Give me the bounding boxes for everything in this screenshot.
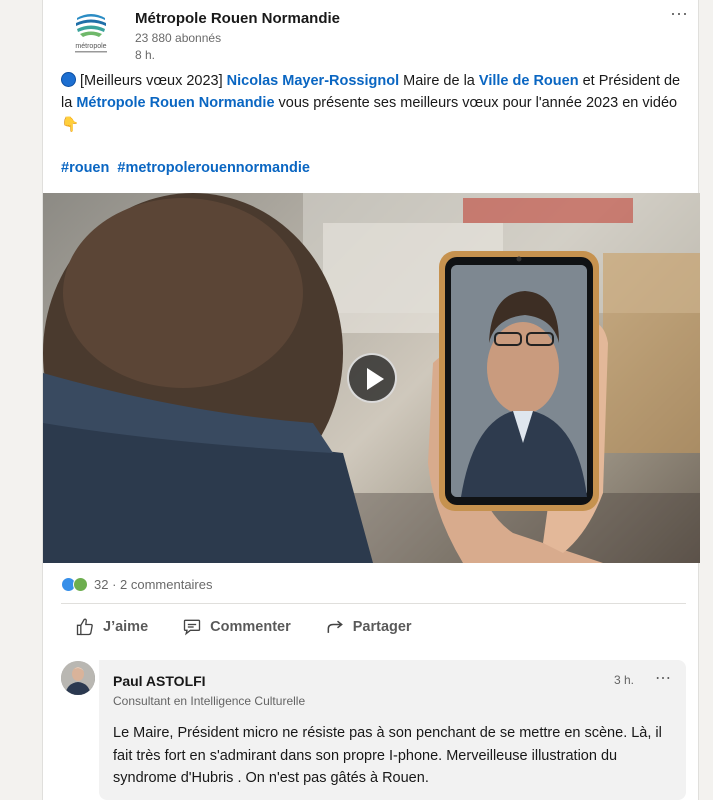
post-text-part: [Meilleurs vœux 2023] — [80, 73, 227, 89]
social-counts[interactable]: 32 · 2 commentaires — [61, 574, 213, 594]
org-logo[interactable]: métropole — [67, 4, 119, 56]
divider — [61, 603, 686, 604]
thumbs-up-icon — [76, 618, 93, 636]
comment-label: Commenter — [210, 619, 291, 635]
post-text-part: vous présente ses meilleurs vœux pour l'… — [274, 95, 678, 111]
play-button[interactable] — [347, 353, 397, 403]
feed-post-card: métropole Métropole Rouen Normandie 23 8… — [42, 0, 700, 800]
commenter-name[interactable]: Paul ASTOLFI — [113, 673, 206, 689]
comment-bubble: Paul ASTOLFI Consultant en Intelligence … — [99, 660, 686, 800]
share-arrow-icon — [327, 620, 343, 633]
like-button[interactable]: J’aime — [75, 617, 148, 637]
post-text-part: Maire de la — [399, 73, 479, 89]
celebrate-icon — [73, 576, 88, 592]
hashtag-rouen[interactable]: #rouen — [61, 160, 109, 176]
follower-count: 23 880 abonnés — [135, 31, 222, 45]
post-header: métropole Métropole Rouen Normandie 23 8… — [59, 4, 699, 62]
hashtag-list: #rouen #metropolerouennormandie — [61, 160, 314, 176]
video-player[interactable] — [43, 193, 700, 563]
hashtag-metropolerouennormandie[interactable]: #metropolerouennormandie — [117, 160, 310, 176]
post-timestamp: 8 h. — [135, 48, 156, 62]
commenter-avatar[interactable] — [61, 661, 95, 695]
blue-circle-icon — [61, 72, 76, 87]
comment-more-icon[interactable]: ⋯ — [655, 668, 672, 688]
commenter-headline: Consultant en Intelligence Culturelle — [113, 694, 306, 708]
share-label: Partager — [352, 619, 412, 635]
comment-timestamp: 3 h. — [613, 673, 634, 687]
pointing-down-emoji: 👇 — [61, 117, 80, 133]
more-options-icon[interactable]: ⋯ — [670, 4, 689, 25]
reaction-and-comment-count[interactable]: 32 · 2 commentaires — [94, 577, 213, 592]
comment-button[interactable]: Commenter — [182, 617, 291, 637]
logo-text: métropole — [75, 43, 106, 50]
post-text: [Meilleurs vœux 2023] Nicolas Mayer-Ross… — [61, 70, 686, 136]
share-button[interactable]: Partager — [325, 617, 412, 637]
comment-icon — [183, 619, 201, 636]
mention-ville-de-rouen[interactable]: Ville de Rouen — [479, 73, 579, 89]
org-name[interactable]: Métropole Rouen Normandie — [135, 10, 340, 27]
post-actions: J’aime Commenter Partager — [75, 610, 412, 644]
mention-metropole-rouen-normandie[interactable]: Métropole Rouen Normandie — [76, 95, 274, 111]
like-label: J’aime — [103, 619, 149, 635]
mention-nicolas-mayer-rossignol[interactable]: Nicolas Mayer-Rossignol — [227, 73, 399, 89]
avatar-image — [61, 661, 95, 695]
comment-text: Le Maire, Président micro ne résiste pas… — [113, 725, 662, 786]
